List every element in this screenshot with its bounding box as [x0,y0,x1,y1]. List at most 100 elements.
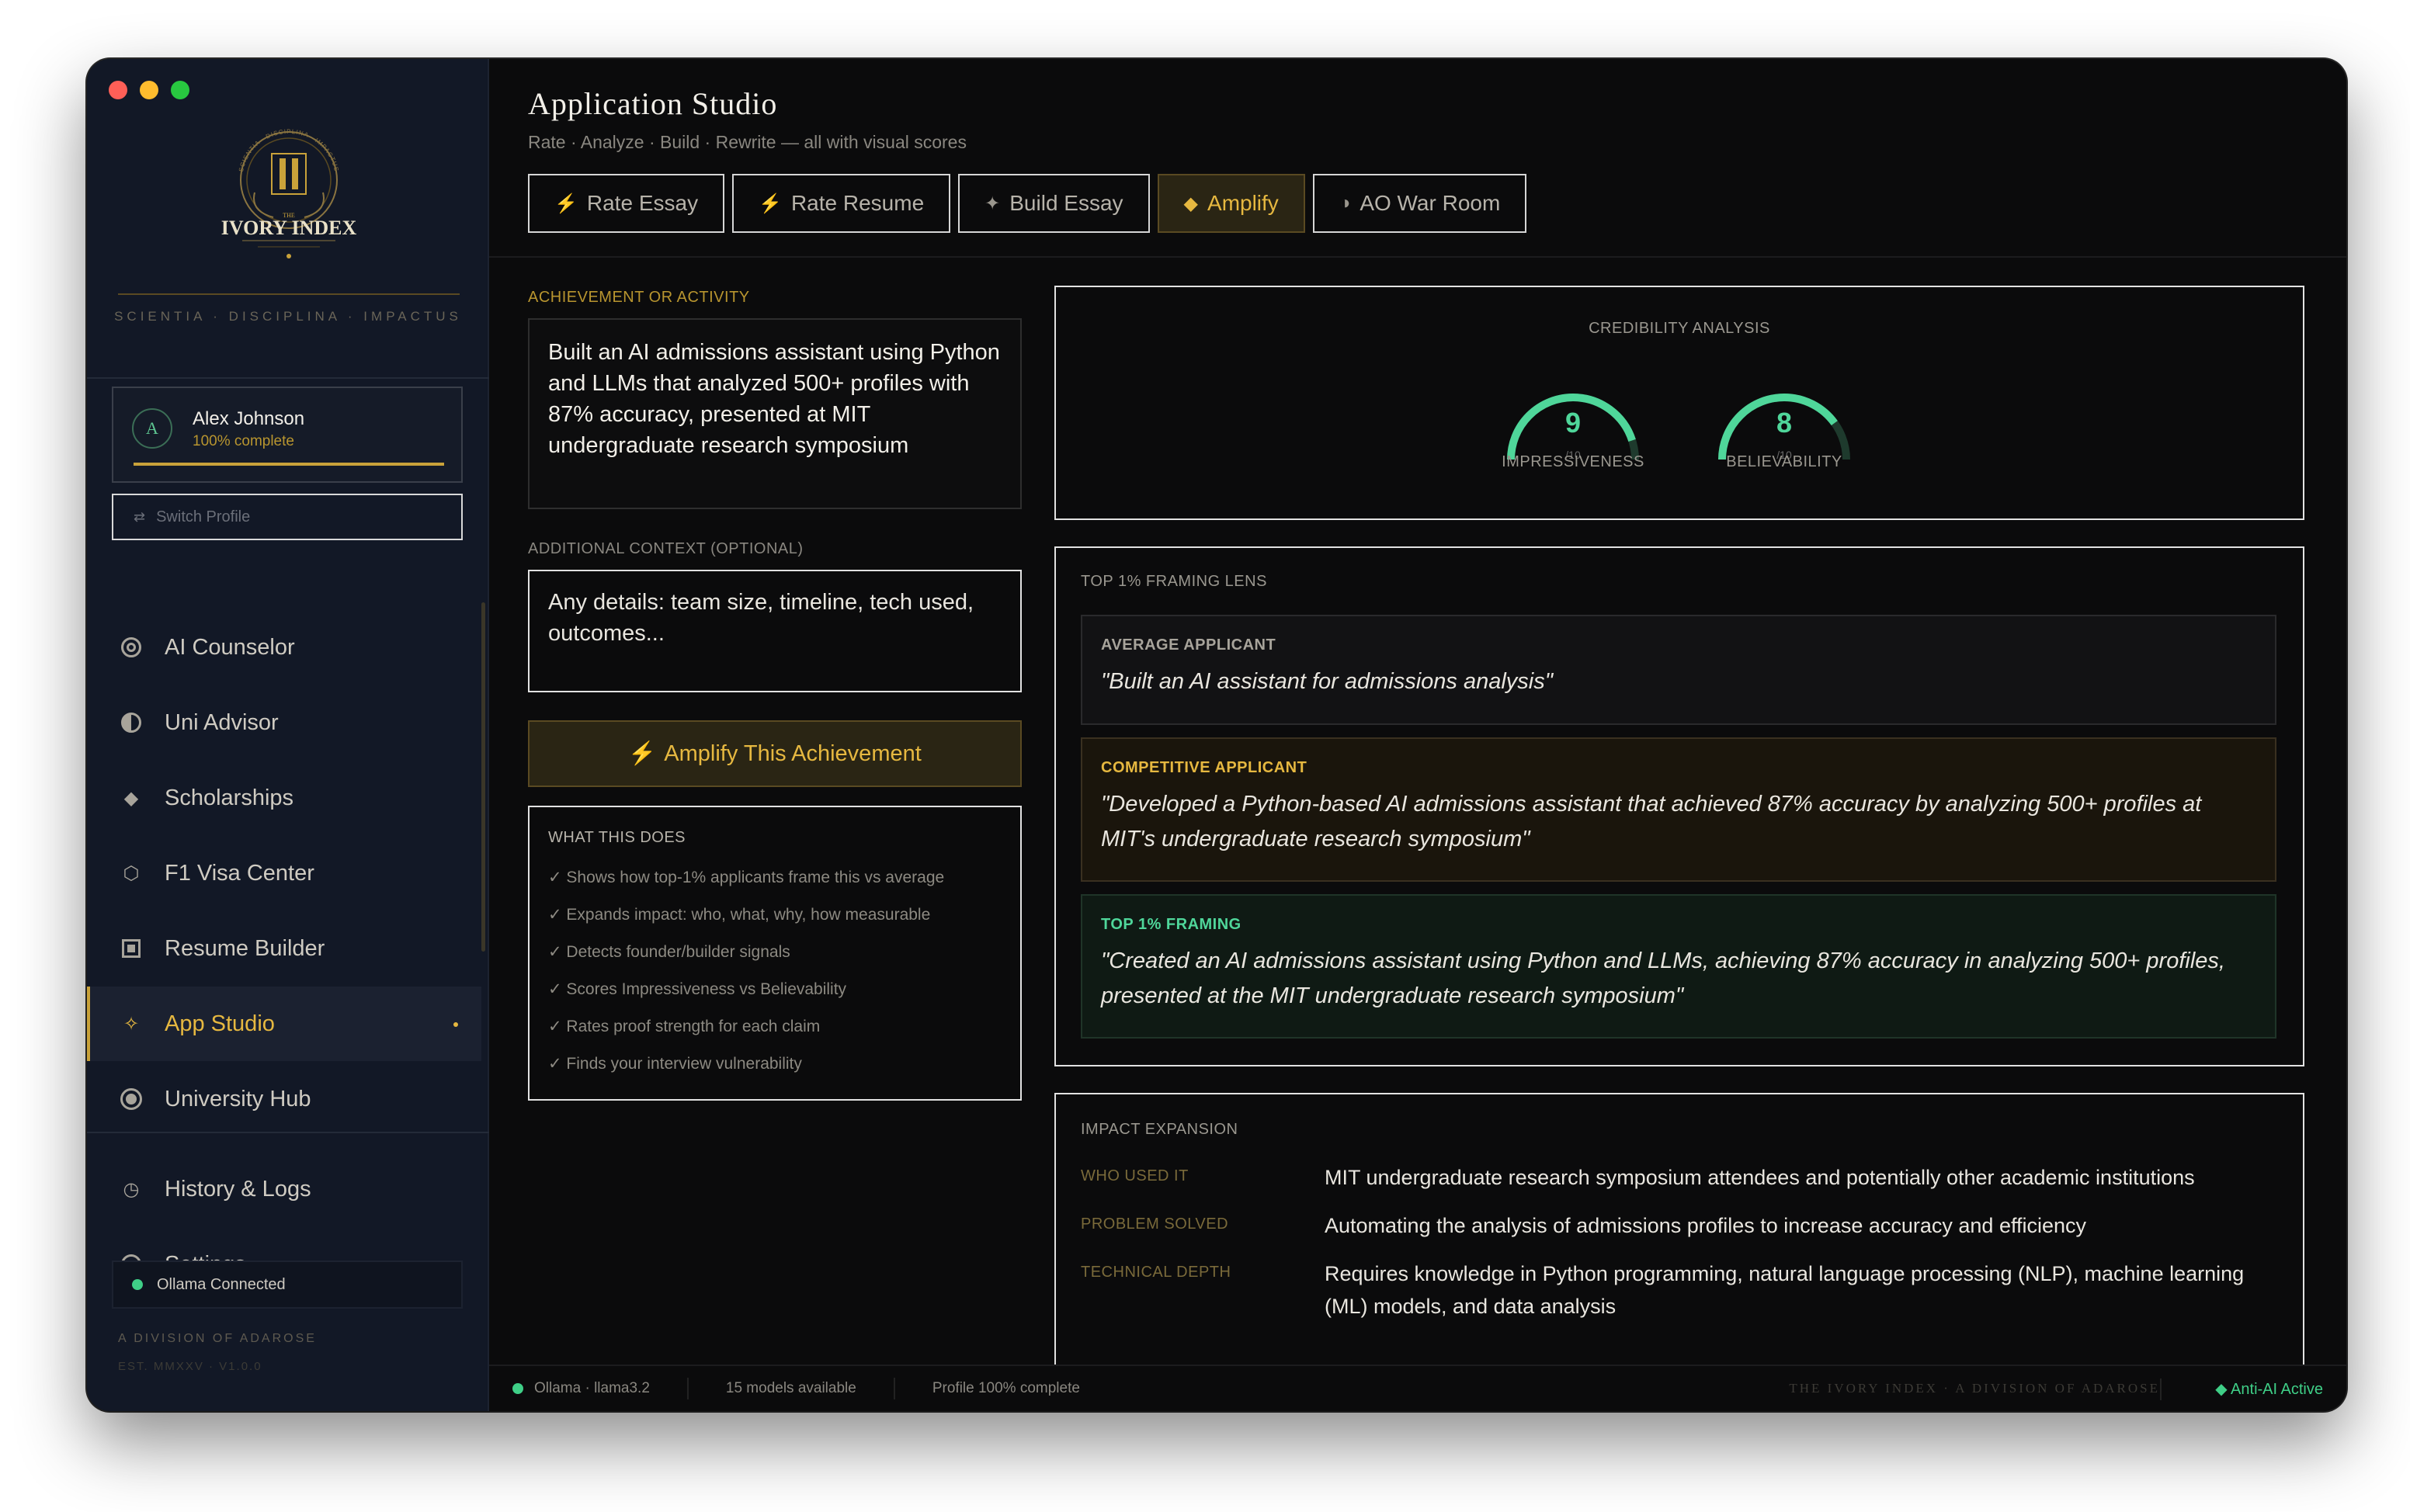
anti-ai-status: ◆ Anti-AI Active [2215,1380,2323,1398]
profile-progress-text: 100% complete [193,433,294,449]
close-window-button[interactable] [109,81,127,99]
star-icon: ✦ [984,192,1001,214]
tab-label: Rate Essay [586,191,699,215]
framing-lens-panel: TOP 1% FRAMING LENS AVERAGE APPLICANT "B… [1054,546,2304,1066]
competitive-label: COMPETITIVE APPLICANT [1101,759,1307,776]
switch-profile-label: Switch Profile [156,508,251,525]
header-divider [489,256,2346,258]
sidebar-item-label: F1 Visa Center [165,860,314,886]
sidebar-item-label: University Hub [165,1086,311,1111]
impact-title: IMPACT EXPANSION [1081,1121,1238,1138]
clock-icon: ◷ [123,1178,140,1200]
filled-circle-icon [120,1087,143,1111]
context-label: ADDITIONAL CONTEXT (OPTIONAL) [528,540,804,557]
impact-key: PROBLEM SOLVED [1081,1215,1229,1233]
what-this-does-panel: WHAT THIS DOES ✓ Shows how top-1% applic… [528,806,1022,1101]
competitive-quote: "Developed a Python-based AI admissions … [1101,792,2202,851]
sidebar-divider [87,1132,489,1133]
sidebar-item-app-studio[interactable]: ✧ App Studio [87,987,481,1061]
credibility-title: CREDIBILITY ANALYSIS [1589,320,1770,337]
feature-item: ✓ Scores Impressiveness vs Believability [548,980,847,998]
what-this-does-title: WHAT THIS DOES [548,829,686,846]
model-label: Ollama · llama3.2 [534,1380,650,1396]
believability-label: BELIEVABILITY [1726,453,1842,470]
feature-item: ✓ Rates proof strength for each claim [548,1018,821,1035]
average-applicant-card: AVERAGE APPLICANT "Built an AI assistant… [1081,615,2276,725]
profile-status: Profile 100% complete [932,1380,1080,1396]
feature-item: ✓ Expands impact: who, what, why, how me… [548,906,931,924]
impact-value: Requires knowledge in Python programming… [1325,1262,2245,1318]
swap-icon: ⇄ [134,508,146,525]
status-dot-icon [132,1279,143,1290]
status-dot-icon [512,1383,523,1394]
footer-brand: THE IVORY INDEX · A DIVISION OF ADAROSE [1789,1381,2160,1396]
sidebar-scrollbar[interactable] [481,602,485,952]
lightning-icon: ⚡ [554,192,578,214]
models-count: 15 models available [689,1378,895,1399]
impressiveness-score: 9 [1564,407,1582,439]
ivory-index-logo: SCIENTIA · DISCIPLINA · IMPACTUS THE IVO… [221,128,357,258]
context-placeholder: Any details: team size, timeline, tech u… [548,590,974,646]
half-circle-icon [120,711,143,734]
impressiveness-label: IMPRESSIVENESS [1502,453,1644,470]
sidebar-item-scholarships[interactable]: ◆ Scholarships [87,761,481,835]
minimize-window-button[interactable] [140,81,158,99]
tab-rate-essay[interactable]: ⚡ Rate Essay [528,174,725,233]
top-framing-label: TOP 1% FRAMING [1101,916,1241,933]
believability-gauge: 8 /10 BELIEVABILITY [1707,374,1862,491]
sidebar-item-label: App Studio [165,1011,275,1036]
switch-profile-button[interactable]: ⇄ Switch Profile [112,494,463,540]
page-subtitle: Rate · Analyze · Build · Rewrite — all w… [528,132,967,152]
app-window: SCIENTIA · DISCIPLINA · IMPACTUS THE IVO… [87,59,2346,1411]
status-divider [2160,1378,2162,1400]
impact-key: WHO USED IT [1081,1167,1189,1184]
sidebar-item-ai-counselor[interactable]: AI Counselor [87,610,481,685]
tab-rate-resume[interactable]: ⚡ Rate Resume [732,174,951,233]
sidebar-divider [87,377,489,379]
logo-name-text: IVORY INDEX [221,217,357,239]
profile-progress-bar [134,463,444,466]
feature-item: ✓ Shows how top-1% applicants frame this… [548,869,945,886]
status-bar: Ollama · llama3.2 15 models available Pr… [489,1365,2346,1411]
tab-ao-war-room[interactable]: ◑ AO War Room [1312,174,1527,233]
zoom-window-button[interactable] [171,81,189,99]
tab-build-essay[interactable]: ✦ Build Essay [958,174,1150,233]
achievement-label: ACHIEVEMENT OR ACTIVITY [528,289,750,306]
avatar: A [132,408,172,449]
context-textarea[interactable]: Any details: team size, timeline, tech u… [528,570,1022,692]
sidebar-item-history-logs[interactable]: ◷ History & Logs [87,1152,481,1226]
top-framing-card: TOP 1% FRAMING "Created an AI admissions… [1081,894,2276,1039]
logo-top-text: SCIENTIA · DISCIPLINA · IMPACTUS [238,128,339,172]
feature-item: ✓ Detects founder/builder signals [548,943,790,961]
svg-text:SCIENTIA · DISCIPLINA · IMPACT: SCIENTIA · DISCIPLINA · IMPACTUS [238,128,340,172]
achievement-text: Built an AI admissions assistant using P… [548,340,1000,458]
sidebar-item-uni-advisor[interactable]: Uni Advisor [87,685,481,760]
average-quote: "Built an AI assistant for admissions an… [1101,669,1554,694]
window-controls [109,81,189,99]
ollama-status-label: Ollama Connected [157,1275,286,1293]
half-circle-icon: ◑ [1339,192,1351,213]
amplify-achievement-button[interactable]: ⚡ Amplify This Achievement [528,720,1022,787]
amplify-button-label: Amplify This Achievement [664,740,922,766]
competitive-applicant-card: COMPETITIVE APPLICANT "Developed a Pytho… [1081,737,2276,882]
framing-lens-title: TOP 1% FRAMING LENS [1081,573,1267,590]
tab-amplify[interactable]: ◆ Amplify [1157,174,1305,233]
sidebar-item-resume-builder[interactable]: Resume Builder [87,911,481,986]
square-icon [120,937,143,960]
profile-name: Alex Johnson [193,408,305,429]
tab-bar: ⚡ Rate Essay ⚡ Rate Resume ✦ Build Essay… [528,174,1527,233]
version-text: EST. MMXXV · V1.0.0 [118,1360,262,1373]
sparkle-icon: ✧ [123,1013,140,1035]
tab-label: AO War Room [1360,191,1501,215]
top-framing-quote: "Created an AI admissions assistant usin… [1101,948,2225,1008]
impressiveness-gauge: 9 /10 IMPRESSIVENESS [1495,374,1651,491]
sidebar-item-university-hub[interactable]: University Hub [87,1062,481,1136]
profile-card[interactable]: A Alex Johnson 100% complete [112,387,463,483]
tab-label: Amplify [1207,191,1279,215]
achievement-textarea[interactable]: Built an AI admissions assistant using P… [528,318,1022,509]
motto: SCIENTIA · DISCIPLINA · IMPACTUS [114,309,462,324]
logo-divider [118,293,460,295]
believability-score: 8 [1776,407,1793,439]
tab-label: Rate Resume [790,191,925,215]
sidebar-item-f1-visa-center[interactable]: ⬡ F1 Visa Center [87,836,481,910]
